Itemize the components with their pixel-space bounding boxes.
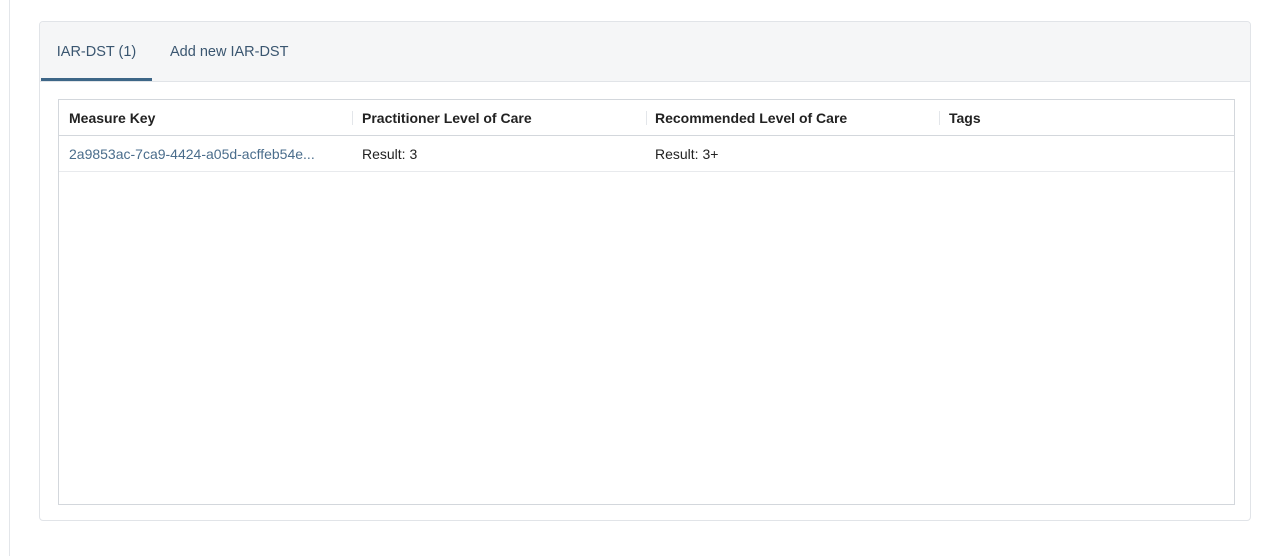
tab-bar: IAR-DST (1) Add new IAR-DST	[40, 22, 1250, 82]
column-header-measure-key[interactable]: Measure Key	[69, 100, 155, 135]
iar-dst-panel: IAR-DST (1) Add new IAR-DST Measure Key …	[39, 21, 1251, 521]
measures-table: Measure Key Practitioner Level of Care R…	[58, 99, 1235, 505]
measure-key-link[interactable]: 2a9853ac-7ca9-4424-a05d-acffeb54e...	[69, 136, 354, 171]
practitioner-level-cell: Result: 3	[362, 146, 418, 162]
column-header-recommended-level[interactable]: Recommended Level of Care	[655, 100, 847, 135]
column-separator[interactable]	[939, 111, 940, 125]
column-header-tags[interactable]: Tags	[949, 100, 981, 135]
table-header: Measure Key Practitioner Level of Care R…	[59, 100, 1234, 136]
table-row[interactable]: 2a9853ac-7ca9-4424-a05d-acffeb54e... Res…	[59, 136, 1234, 172]
tab-add-new-iar-dst[interactable]: Add new IAR-DST	[170, 22, 288, 81]
column-separator[interactable]	[352, 111, 353, 125]
left-divider	[9, 0, 10, 556]
column-header-practitioner-level[interactable]: Practitioner Level of Care	[362, 100, 532, 135]
column-separator[interactable]	[646, 111, 647, 125]
recommended-level-cell: Result: 3+	[655, 146, 719, 162]
tab-iar-dst[interactable]: IAR-DST (1)	[41, 22, 152, 81]
